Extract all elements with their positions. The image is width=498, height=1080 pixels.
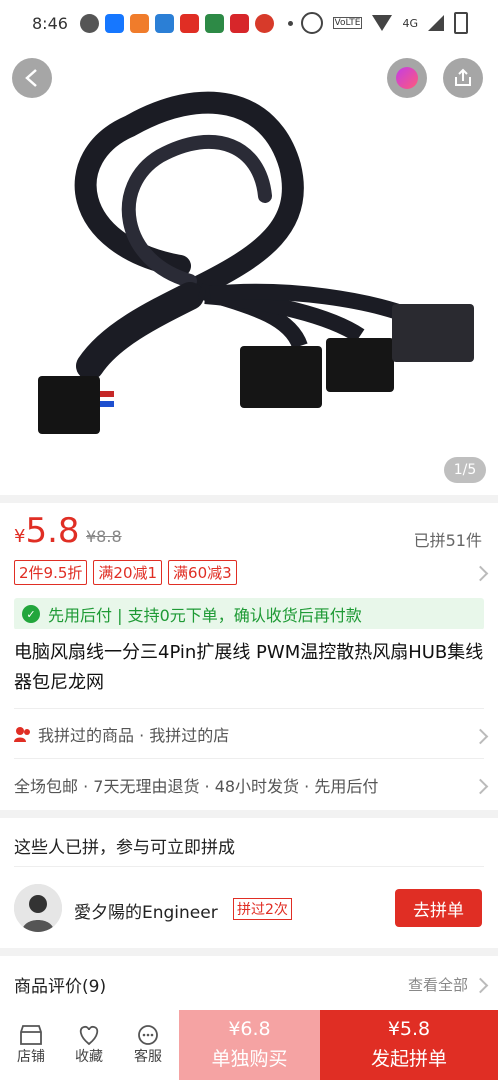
notification-icon: [254, 13, 274, 33]
notification-icon: [104, 13, 124, 33]
chat-icon: [138, 1025, 158, 1045]
price-section: ¥5.8 ¥8.8 已拼51件: [0, 503, 498, 557]
alarm-icon: [300, 12, 323, 34]
notification-icon: [129, 13, 149, 33]
discount-tag[interactable]: 2件9.5折: [14, 560, 88, 585]
discount-tag[interactable]: 满20减1: [93, 560, 163, 585]
start-group-button[interactable]: ¥5.8 发起拼单: [320, 1010, 498, 1080]
status-bar: 8:46 VoLTE 4G: [0, 0, 498, 46]
discount-tags[interactable]: 2件9.5折 满20减1 满60减3: [14, 560, 237, 585]
notification-icon: [229, 13, 249, 33]
divider: [14, 866, 484, 867]
notification-icon: [154, 13, 174, 33]
start-group-price: ¥5.8: [387, 1018, 431, 1040]
group-user-name: 愛夕陽的Engineer: [74, 903, 218, 923]
purchase-history-row[interactable]: 我拼过的商品 · 我拼过的店: [14, 722, 229, 746]
services-row[interactable]: 全场包邮 · 7天无理由退货 · 48小时发货 · 先用后付: [14, 773, 378, 797]
notification-icon: [204, 13, 224, 33]
store-tab[interactable]: 店铺: [2, 1010, 60, 1080]
pay-later-icon: ✓: [22, 605, 40, 623]
discount-tag[interactable]: 满60减3: [168, 560, 237, 585]
services-text: 全场包邮 · 7天无理由退货 · 48小时发货 · 先用后付: [14, 777, 379, 796]
divider: [14, 708, 484, 709]
buy-alone-price: ¥6.8: [228, 1018, 271, 1040]
back-arrow-icon: [25, 69, 37, 87]
start-group-label: 发起拼单: [370, 1048, 447, 1070]
volte-label: VoLTE: [332, 17, 363, 29]
user-icon: [14, 727, 30, 742]
joined-badge: 拼过2次: [233, 898, 292, 920]
more-dot-icon: [287, 20, 293, 26]
buy-alone-button[interactable]: ¥6.8 单独购买: [179, 1010, 320, 1080]
favorite-tab[interactable]: 收藏: [60, 1010, 118, 1080]
service-tab[interactable]: 客服: [119, 1010, 177, 1080]
original-price: ¥8.8: [86, 527, 122, 546]
divider: [14, 758, 484, 759]
price-value: 5.8: [25, 511, 80, 551]
pay-later-text: 先用后付 | 支持0元下单，确认收货后再付款: [48, 606, 362, 625]
service-tab-label: 客服: [134, 1049, 162, 1065]
back-button[interactable]: [12, 58, 52, 98]
product-title: 电脑风扇线一分三4Pin扩展线 PWM温控散热风扇HUB集线器包尼龙网: [14, 642, 484, 693]
share-button[interactable]: [443, 58, 483, 98]
buy-alone-label: 单独购买: [211, 1048, 288, 1070]
store-tab-label: 店铺: [17, 1049, 45, 1065]
bottom-action-bar: 店铺 收藏 客服 ¥6.8 单独购买 ¥5.8 发起拼单: [0, 1010, 498, 1080]
avatar: [14, 884, 62, 932]
status-right: VoLTE 4G: [300, 12, 468, 34]
heart-icon: [79, 1025, 99, 1046]
notification-icons: [79, 13, 293, 33]
image-pager: 1/5: [444, 457, 486, 483]
wifi-icon: [372, 15, 393, 31]
notification-icon: [179, 13, 199, 33]
status-time: 8:46: [32, 13, 68, 33]
app-logo-button[interactable]: [387, 58, 427, 98]
purchase-history-text: 我拼过的商品 · 我拼过的店: [38, 726, 230, 745]
product-image-carousel[interactable]: 1/5: [0, 46, 498, 495]
signal-icon: [428, 15, 444, 31]
sold-count: 已拼51件: [413, 531, 482, 550]
currency-symbol: ¥: [14, 526, 26, 547]
join-group-button[interactable]: 去拼单: [395, 889, 482, 927]
favorite-tab-label: 收藏: [75, 1049, 103, 1065]
reviews-header: 商品评价(9): [14, 977, 107, 997]
app-logo-icon: [396, 67, 418, 89]
group-buy-header: 这些人已拼，参与可立即拼成: [14, 838, 235, 858]
pay-later-banner[interactable]: ✓ 先用后付 | 支持0元下单，确认收货后再付款: [14, 598, 484, 630]
avatar-image: [14, 884, 62, 932]
view-all-reviews-link[interactable]: 查看全部: [408, 974, 468, 995]
signal-label: 4G: [402, 16, 418, 30]
current-price: ¥5.8: [14, 511, 80, 551]
battery-icon: [454, 12, 468, 34]
product-image: [0, 46, 498, 495]
share-icon: [455, 68, 471, 86]
notification-icon: [79, 13, 99, 33]
store-icon: [20, 1025, 42, 1045]
